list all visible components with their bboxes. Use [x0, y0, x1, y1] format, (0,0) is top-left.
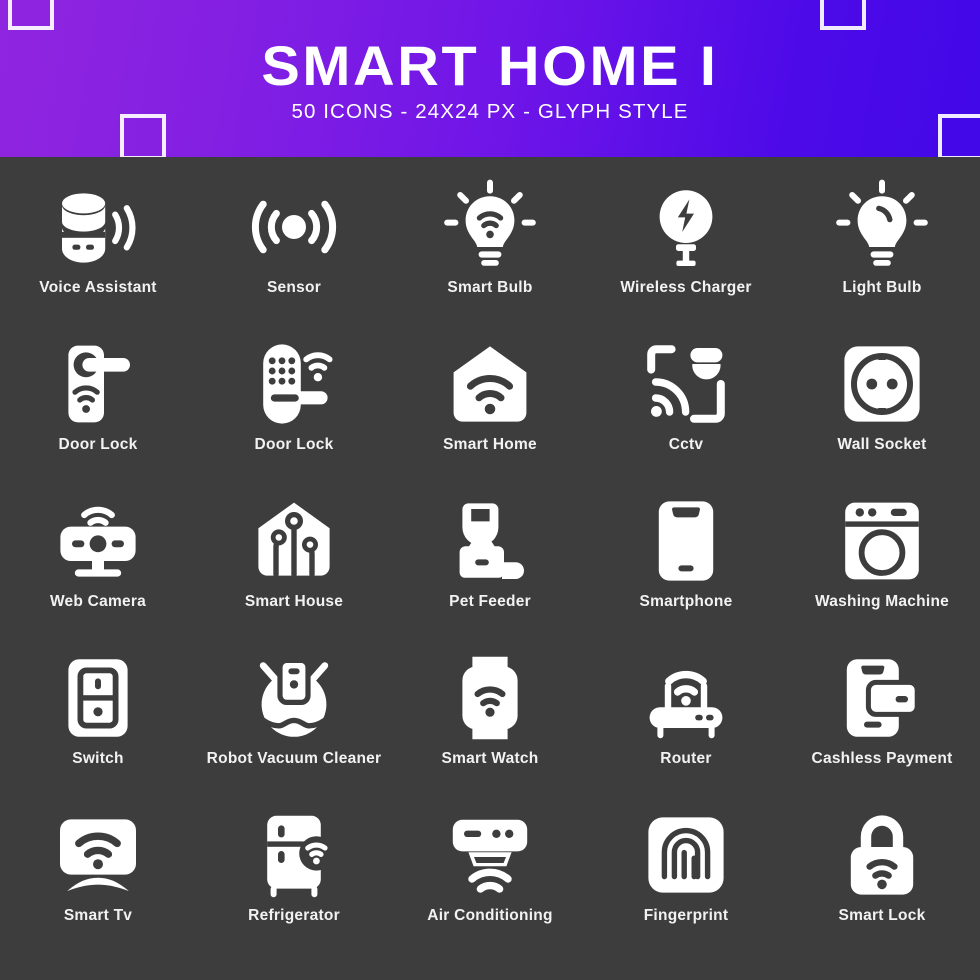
smart-watch-icon	[442, 650, 538, 746]
sensor-icon	[246, 179, 342, 275]
refrigerator-icon	[246, 807, 342, 903]
icon-label-door-lock-handle: Door Lock	[58, 436, 138, 453]
icon-cell-air-conditioning[interactable]: Air Conditioning	[392, 793, 588, 924]
icon-cell-light-bulb[interactable]: Light Bulb	[784, 165, 980, 296]
wall-socket-icon	[834, 336, 930, 432]
icon-cell-refrigerator[interactable]: Refrigerator	[196, 793, 392, 924]
icon-cell-pet-feeder[interactable]: Pet Feeder	[392, 479, 588, 610]
icon-cell-smart-tv[interactable]: Smart Tv	[0, 793, 196, 924]
icon-cell-router[interactable]: Router	[588, 636, 784, 767]
header-banner: SMART HOME I 50 ICONS - 24X24 PX - GLYPH…	[0, 0, 980, 157]
door-lock-handle-icon	[50, 336, 146, 432]
icon-label-wall-socket: Wall Socket	[837, 436, 927, 453]
door-lock-keypad-icon	[246, 336, 342, 432]
smart-house-icon	[246, 493, 342, 589]
icon-cell-robot-vacuum-cleaner[interactable]: Robot Vacuum Cleaner	[196, 636, 392, 767]
icon-cell-web-camera[interactable]: Web Camera	[0, 479, 196, 610]
icon-label-router: Router	[660, 750, 712, 767]
air-conditioning-icon	[442, 807, 538, 903]
icon-cell-washing-machine[interactable]: Washing Machine	[784, 479, 980, 610]
icon-label-smart-bulb: Smart Bulb	[447, 279, 533, 296]
icon-label-voice-assistant: Voice Assistant	[39, 279, 157, 296]
wireless-charger-icon	[638, 179, 734, 275]
icon-label-refrigerator: Refrigerator	[248, 907, 340, 924]
cashless-payment-icon	[834, 650, 930, 746]
header-text-block: SMART HOME I 50 ICONS - 24X24 PX - GLYPH…	[0, 0, 980, 157]
icon-cell-fingerprint[interactable]: Fingerprint	[588, 793, 784, 924]
light-bulb-icon	[834, 179, 930, 275]
icon-label-smart-home: Smart Home	[443, 436, 537, 453]
icon-label-smart-lock: Smart Lock	[838, 907, 926, 924]
icon-label-wireless-charger: Wireless Charger	[620, 279, 752, 296]
smart-lock-icon	[834, 807, 930, 903]
icon-cell-cashless-payment[interactable]: Cashless Payment	[784, 636, 980, 767]
icon-cell-smart-watch[interactable]: Smart Watch	[392, 636, 588, 767]
icon-cell-voice-assistant[interactable]: Voice Assistant	[0, 165, 196, 296]
icon-cell-door-lock-handle[interactable]: Door Lock	[0, 322, 196, 453]
icon-set-page: SMART HOME I 50 ICONS - 24X24 PX - GLYPH…	[0, 0, 980, 980]
icon-cell-smart-lock[interactable]: Smart Lock	[784, 793, 980, 924]
icon-cell-sensor[interactable]: Sensor	[196, 165, 392, 296]
icon-label-fingerprint: Fingerprint	[643, 907, 729, 924]
icon-label-cashless-payment: Cashless Payment	[811, 750, 953, 767]
robot-vacuum-cleaner-icon	[246, 650, 342, 746]
icon-label-sensor: Sensor	[266, 279, 322, 296]
smartphone-icon	[638, 493, 734, 589]
voice-assistant-icon	[50, 179, 146, 275]
smart-bulb-icon	[442, 179, 538, 275]
web-camera-icon	[50, 493, 146, 589]
icon-label-smartphone: Smartphone	[639, 593, 733, 610]
page-subtitle: 50 ICONS - 24X24 PX - GLYPH STYLE	[291, 100, 689, 124]
icon-grid: Voice Assistant Sensor Smart Bulb Wirele…	[0, 157, 980, 950]
page-title: SMART HOME I	[261, 33, 719, 97]
icon-label-light-bulb: Light Bulb	[842, 279, 922, 296]
icon-label-switch: Switch	[72, 750, 124, 767]
icon-cell-door-lock-keypad[interactable]: Door Lock	[196, 322, 392, 453]
icon-cell-smart-bulb[interactable]: Smart Bulb	[392, 165, 588, 296]
icon-label-smart-watch: Smart Watch	[441, 750, 539, 767]
smart-tv-icon	[50, 807, 146, 903]
icon-label-smart-tv: Smart Tv	[63, 907, 133, 924]
smart-home-icon	[442, 336, 538, 432]
icon-label-washing-machine: Washing Machine	[814, 593, 950, 610]
icon-label-door-lock-keypad: Door Lock	[254, 436, 334, 453]
icon-label-web-camera: Web Camera	[49, 593, 147, 610]
icon-cell-wireless-charger[interactable]: Wireless Charger	[588, 165, 784, 296]
icon-cell-smart-home[interactable]: Smart Home	[392, 322, 588, 453]
icon-label-cctv: Cctv	[668, 436, 704, 453]
icon-cell-cctv[interactable]: Cctv	[588, 322, 784, 453]
icon-label-air-conditioning: Air Conditioning	[427, 907, 553, 924]
icon-cell-smartphone[interactable]: Smartphone	[588, 479, 784, 610]
icon-cell-wall-socket[interactable]: Wall Socket	[784, 322, 980, 453]
washing-machine-icon	[834, 493, 930, 589]
icon-label-pet-feeder: Pet Feeder	[449, 593, 531, 610]
icon-label-robot-vacuum-cleaner: Robot Vacuum Cleaner	[206, 750, 382, 767]
fingerprint-icon	[638, 807, 734, 903]
pet-feeder-icon	[442, 493, 538, 589]
cctv-icon	[638, 336, 734, 432]
icon-cell-switch[interactable]: Switch	[0, 636, 196, 767]
icon-label-smart-house: Smart House	[244, 593, 344, 610]
switch-icon	[50, 650, 146, 746]
router-icon	[638, 650, 734, 746]
icon-cell-smart-house[interactable]: Smart House	[196, 479, 392, 610]
